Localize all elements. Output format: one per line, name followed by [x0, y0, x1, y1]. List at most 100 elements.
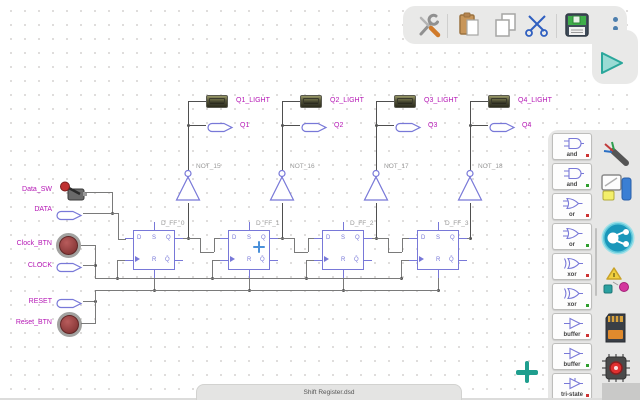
- clock-input-pin[interactable]: [55, 260, 83, 278]
- palette-item-buffer[interactable]: buffer: [552, 313, 592, 340]
- ff-stub-clk: [220, 260, 228, 261]
- palette-item-and[interactable]: and: [552, 163, 592, 190]
- ff-stub-s: [438, 222, 439, 230]
- output-pin[interactable]: [206, 120, 234, 138]
- ff-stub-clk: [314, 260, 322, 261]
- tri-state-gate-icon: [564, 377, 583, 390]
- chip-icon[interactable]: [600, 352, 634, 384]
- clock-pin-label: CLOCK: [27, 262, 52, 269]
- wire: [470, 101, 488, 102]
- tools-icon[interactable]: [415, 11, 445, 41]
- palette-item-xor[interactable]: xor: [552, 283, 592, 310]
- wire-tool-icon[interactable]: [600, 138, 634, 170]
- palette-item-or[interactable]: or: [552, 223, 592, 250]
- palette-item-tri-state[interactable]: tri-state: [552, 373, 592, 400]
- schematic-canvas[interactable]: Q1_LIGHT Q1 NOT_15 D_FF_0 D S Q R Q̄ Q2_LIGHT Q2 NO…: [0, 0, 640, 400]
- output-pin[interactable]: [300, 120, 328, 138]
- light-component[interactable]: [488, 95, 510, 108]
- light-screen: [491, 98, 507, 105]
- ff-stub-d: [220, 238, 228, 239]
- palette-item-and[interactable]: and: [552, 133, 592, 160]
- output-pin[interactable]: [394, 120, 422, 138]
- copy-icon[interactable]: [491, 11, 521, 41]
- file-tab[interactable]: Shift Register.dsd: [196, 384, 462, 400]
- palette-item-or[interactable]: or: [552, 193, 592, 220]
- wire: [200, 238, 201, 252]
- ff-pin-r: R: [152, 257, 157, 263]
- toggle-switch[interactable]: [58, 181, 88, 208]
- wire: [294, 252, 308, 253]
- wire: [282, 125, 300, 126]
- wire: [376, 101, 377, 171]
- save-icon[interactable]: [563, 11, 593, 41]
- shapes-icon[interactable]: [600, 266, 634, 298]
- xor-gate-icon: [564, 257, 583, 270]
- ff-stub-r: [343, 270, 344, 278]
- ff-pin-q: Q: [166, 235, 171, 241]
- toolbar-separator: [556, 14, 557, 38]
- ff-clock-marker: [230, 256, 235, 262]
- cursor-plus-marker: [253, 241, 265, 253]
- clock-push-button[interactable]: [56, 233, 81, 258]
- wire: [376, 238, 388, 239]
- ff-pin-q: Q: [355, 235, 360, 241]
- light-component[interactable]: [206, 95, 228, 108]
- wire: [95, 290, 96, 324]
- appearance-icon[interactable]: [600, 172, 634, 204]
- wire: [470, 203, 471, 239]
- reset-pin-label: RESET: [28, 298, 52, 305]
- switch-label: Data_SW: [22, 186, 52, 193]
- wire: [118, 239, 126, 240]
- components-icon[interactable]: [600, 220, 635, 255]
- output-pin-label: Q1: [240, 122, 250, 129]
- sd-card-icon[interactable]: [600, 312, 634, 344]
- ff-stub-q: [459, 238, 467, 239]
- wire: [83, 213, 118, 214]
- ff-pin-r: R: [341, 257, 346, 263]
- ff-stub-clk: [125, 260, 133, 261]
- not-gate[interactable]: [269, 169, 295, 208]
- palette-item-status-dot: [586, 214, 589, 217]
- ff-stub-r: [154, 270, 155, 278]
- wire: [112, 192, 113, 213]
- paste-icon[interactable]: [455, 11, 485, 41]
- cut-icon[interactable]: [523, 11, 553, 41]
- not-gate[interactable]: [363, 169, 389, 208]
- wire: [83, 265, 95, 266]
- wire: [282, 238, 294, 239]
- palette-item-buffer[interactable]: buffer: [552, 343, 592, 370]
- not-gate-label: NOT_16: [290, 163, 315, 170]
- light-component[interactable]: [300, 95, 322, 108]
- palette-item-status-dot: [586, 304, 589, 307]
- ff-stub-s: [343, 222, 344, 230]
- not-gate-label: NOT_18: [478, 163, 503, 170]
- wire: [118, 213, 119, 239]
- wire: [376, 101, 394, 102]
- ff-pin-qbar: Q̄: [260, 257, 265, 263]
- palette-item-xor[interactable]: xor: [552, 253, 592, 280]
- run-icon[interactable]: [598, 50, 626, 83]
- light-component[interactable]: [394, 95, 416, 108]
- output-pin[interactable]: [488, 120, 516, 138]
- wire: [188, 101, 206, 102]
- ff-stub-s: [154, 222, 155, 230]
- data-input-pin[interactable]: [55, 208, 83, 226]
- add-zoom-button[interactable]: [514, 359, 540, 385]
- ff-pin-d: D: [326, 235, 331, 241]
- wire-junction: [187, 124, 190, 127]
- light-label: Q4_LIGHT: [518, 97, 552, 104]
- reset-push-button[interactable]: [57, 312, 82, 337]
- wire: [402, 238, 403, 252]
- ff-stub-q: [364, 238, 372, 239]
- wire: [188, 238, 200, 239]
- not-gate[interactable]: [175, 169, 201, 208]
- ff-stub-qbar: [459, 260, 467, 261]
- wire: [470, 125, 488, 126]
- wire: [388, 252, 402, 253]
- light-label: Q2_LIGHT: [330, 97, 364, 104]
- palette-scrollbar[interactable]: [595, 228, 597, 296]
- ff-clock-marker: [419, 256, 424, 262]
- flipflop-label: D_FF_0: [161, 220, 185, 227]
- ff-pin-s: S: [341, 235, 346, 241]
- not-gate[interactable]: [457, 169, 483, 208]
